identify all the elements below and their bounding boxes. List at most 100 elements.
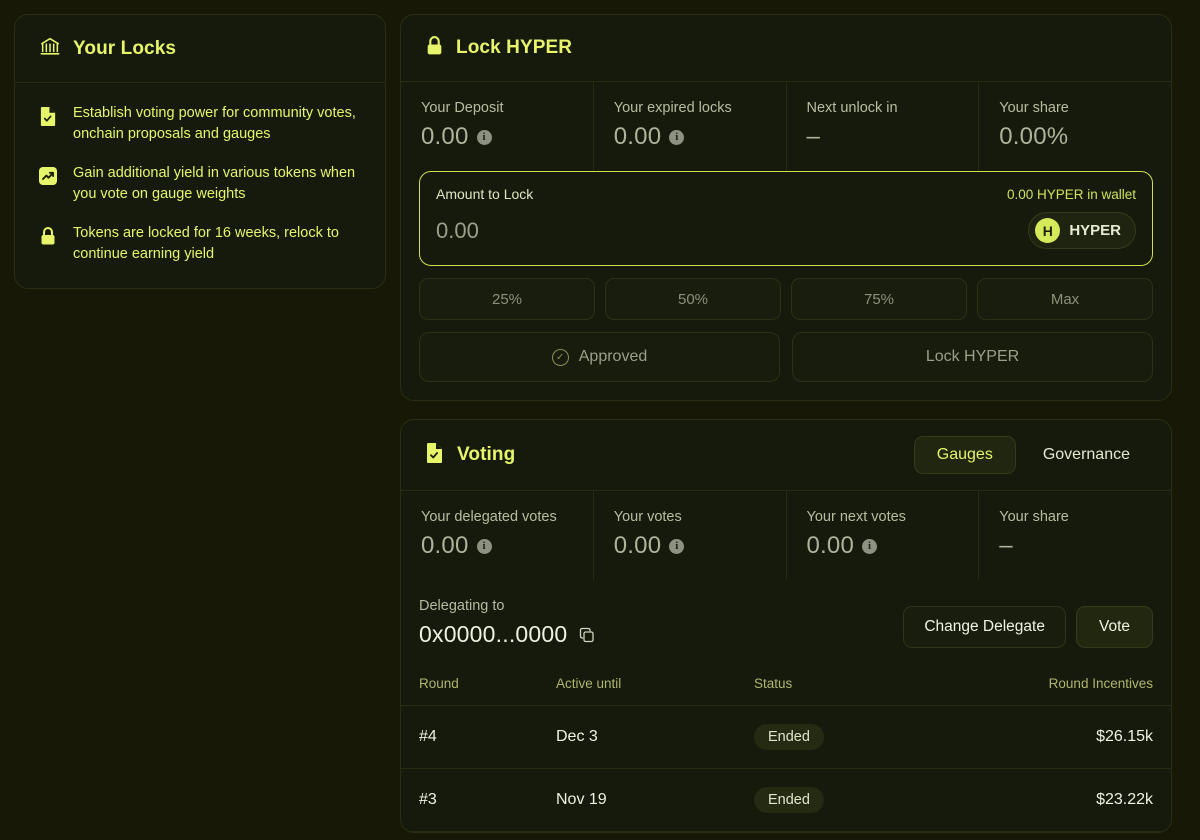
- check-circle-icon: ✓: [551, 348, 569, 366]
- amount-to-lock-input[interactable]: [436, 217, 736, 244]
- document-check-icon: [37, 105, 59, 127]
- token-selector[interactable]: H HYPER: [1028, 212, 1136, 249]
- document-check-icon: [425, 442, 445, 469]
- lock-form: Amount to Lock 0.00 HYPER in wallet H HY…: [401, 171, 1171, 400]
- cell-round: #4: [401, 705, 556, 769]
- stat-your-expired-locks: Your expired locks 0.00 i: [594, 82, 787, 171]
- stat-value: 0.00: [613, 532, 662, 559]
- locks-bullet: Tokens are locked for 16 weeks, relock t…: [37, 223, 363, 266]
- your-locks-header: Your Locks: [15, 15, 385, 83]
- stat-value: –: [806, 123, 821, 150]
- table-header-row: Round Active until Status Round Incentiv…: [401, 668, 1171, 706]
- info-icon[interactable]: i: [669, 538, 685, 554]
- tab-governance[interactable]: Governance: [1020, 436, 1153, 474]
- delegating-actions: Change Delegate Vote: [903, 606, 1153, 648]
- lock-hyper-button[interactable]: Lock HYPER: [792, 332, 1153, 382]
- wallet-balance-label: 0.00 HYPER in wallet: [1006, 186, 1136, 202]
- stat-your-delegated-votes: Your delegated votes 0.00 i: [401, 491, 594, 580]
- percent-buttons-row: 25% 50% 75% Max: [419, 278, 1153, 320]
- stat-value: 0.00: [806, 532, 855, 559]
- locks-bullet-text: Establish voting power for community vot…: [73, 105, 356, 143]
- lock-hyper-title: Lock HYPER: [456, 37, 573, 58]
- stat-label: Your next votes: [806, 509, 906, 525]
- stat-label: Your votes: [613, 509, 682, 525]
- delegating-label: Delegating to: [419, 598, 505, 614]
- app-root: Your Locks Establish voting power for co…: [0, 0, 1200, 840]
- info-icon[interactable]: i: [862, 538, 878, 554]
- info-icon[interactable]: i: [476, 538, 492, 554]
- delegate-address: 0x0000...0000: [419, 621, 568, 647]
- voting-header: Voting Gauges Governance: [401, 420, 1171, 491]
- your-locks-body: Establish voting power for community vot…: [15, 83, 385, 288]
- locks-bullet: Establish voting power for community vot…: [37, 103, 363, 146]
- copy-icon[interactable]: [579, 627, 595, 643]
- lock-hyper-header: Lock HYPER: [401, 15, 1171, 82]
- cell-active-until: Dec 3: [556, 705, 754, 769]
- stat-your-votes: Your votes 0.00 i: [594, 491, 787, 580]
- stat-value: 0.00: [421, 532, 469, 559]
- table-row[interactable]: #3 Nov 19 Ended $23.22k: [401, 768, 1171, 832]
- cell-status: Ended: [754, 768, 944, 832]
- stat-your-share: Your share 0.00%: [979, 82, 1171, 171]
- voting-panel: Voting Gauges Governance Your delegated …: [400, 419, 1172, 833]
- stat-label: Next unlock in: [806, 100, 898, 116]
- delegating-section: Delegating to 0x0000...0000 Change Deleg…: [401, 580, 1171, 668]
- cell-round-incentives: $26.15k: [944, 705, 1171, 769]
- stat-label: Your expired locks: [613, 100, 732, 116]
- rounds-table: Round Active until Status Round Incentiv…: [401, 668, 1171, 832]
- status-badge: Ended: [754, 787, 824, 813]
- column-round-incentives: Round Incentives: [944, 668, 1171, 706]
- token-symbol: HYPER: [1069, 222, 1121, 239]
- stat-value: 0.00%: [999, 123, 1069, 150]
- locks-bullet: Gain additional yield in various tokens …: [37, 163, 363, 206]
- lock-hyper-panel: Lock HYPER Your Deposit 0.00 i Your expi…: [400, 14, 1172, 401]
- change-delegate-button[interactable]: Change Delegate: [903, 606, 1066, 648]
- info-icon[interactable]: i: [669, 129, 685, 145]
- amount-to-lock-box: Amount to Lock 0.00 HYPER in wallet H HY…: [419, 171, 1153, 266]
- approved-label: Approved: [578, 348, 648, 365]
- tab-gauges[interactable]: Gauges: [913, 436, 1016, 474]
- stat-label: Your Deposit: [421, 100, 504, 116]
- voting-title: Voting: [457, 444, 516, 465]
- hyper-token-logo: H: [1035, 218, 1061, 243]
- status-badge: Ended: [754, 724, 824, 750]
- bank-icon: [39, 35, 61, 62]
- percent-25-button[interactable]: 25%: [419, 278, 595, 320]
- stat-label: Your delegated votes: [421, 509, 557, 525]
- lock-icon: [425, 35, 444, 61]
- cell-round: #3: [401, 768, 556, 832]
- vote-button[interactable]: Vote: [1075, 606, 1153, 648]
- stat-label: Your share: [999, 509, 1069, 525]
- percent-max-button[interactable]: Max: [977, 278, 1153, 320]
- lock-icon: [37, 225, 59, 247]
- stat-your-deposit: Your Deposit 0.00 i: [401, 82, 594, 171]
- delegating-info: Delegating to 0x0000...0000: [419, 598, 595, 648]
- stat-voting-your-share: Your share –: [979, 491, 1171, 580]
- voting-tabs: Gauges Governance: [913, 436, 1153, 474]
- lock-actions-row: ✓ Approved Lock HYPER: [419, 332, 1153, 382]
- info-icon[interactable]: i: [476, 129, 492, 145]
- locks-bullet-text: Tokens are locked for 16 weeks, relock t…: [73, 224, 339, 263]
- stat-value: 0.00: [421, 123, 469, 150]
- column-active-until: Active until: [556, 668, 754, 706]
- cell-status: Ended: [754, 705, 944, 769]
- trending-up-icon: [37, 165, 59, 187]
- stat-your-next-votes: Your next votes 0.00 i: [787, 491, 980, 580]
- cell-round-incentives: $23.22k: [944, 768, 1171, 832]
- amount-to-lock-label: Amount to Lock: [436, 186, 534, 202]
- stat-label: Your share: [999, 100, 1069, 116]
- approved-button[interactable]: ✓ Approved: [419, 332, 780, 382]
- percent-50-button[interactable]: 50%: [605, 278, 781, 320]
- lock-hyper-button-label: Lock HYPER: [925, 348, 1020, 365]
- percent-75-button[interactable]: 75%: [791, 278, 967, 320]
- voting-stats-row: Your delegated votes 0.00 i Your votes 0…: [401, 491, 1171, 580]
- your-locks-title: Your Locks: [73, 37, 177, 59]
- column-round: Round: [401, 668, 556, 706]
- table-row[interactable]: #4 Dec 3 Ended $26.15k: [401, 705, 1171, 769]
- stat-value: 0.00: [613, 123, 662, 150]
- stat-next-unlock-in: Next unlock in –: [787, 82, 980, 171]
- lock-stats-row: Your Deposit 0.00 i Your expired locks 0…: [401, 82, 1171, 171]
- stat-value: –: [999, 532, 1013, 559]
- left-column: Your Locks Establish voting power for co…: [14, 14, 386, 289]
- locks-bullet-text: Gain additional yield in various tokens …: [73, 164, 356, 203]
